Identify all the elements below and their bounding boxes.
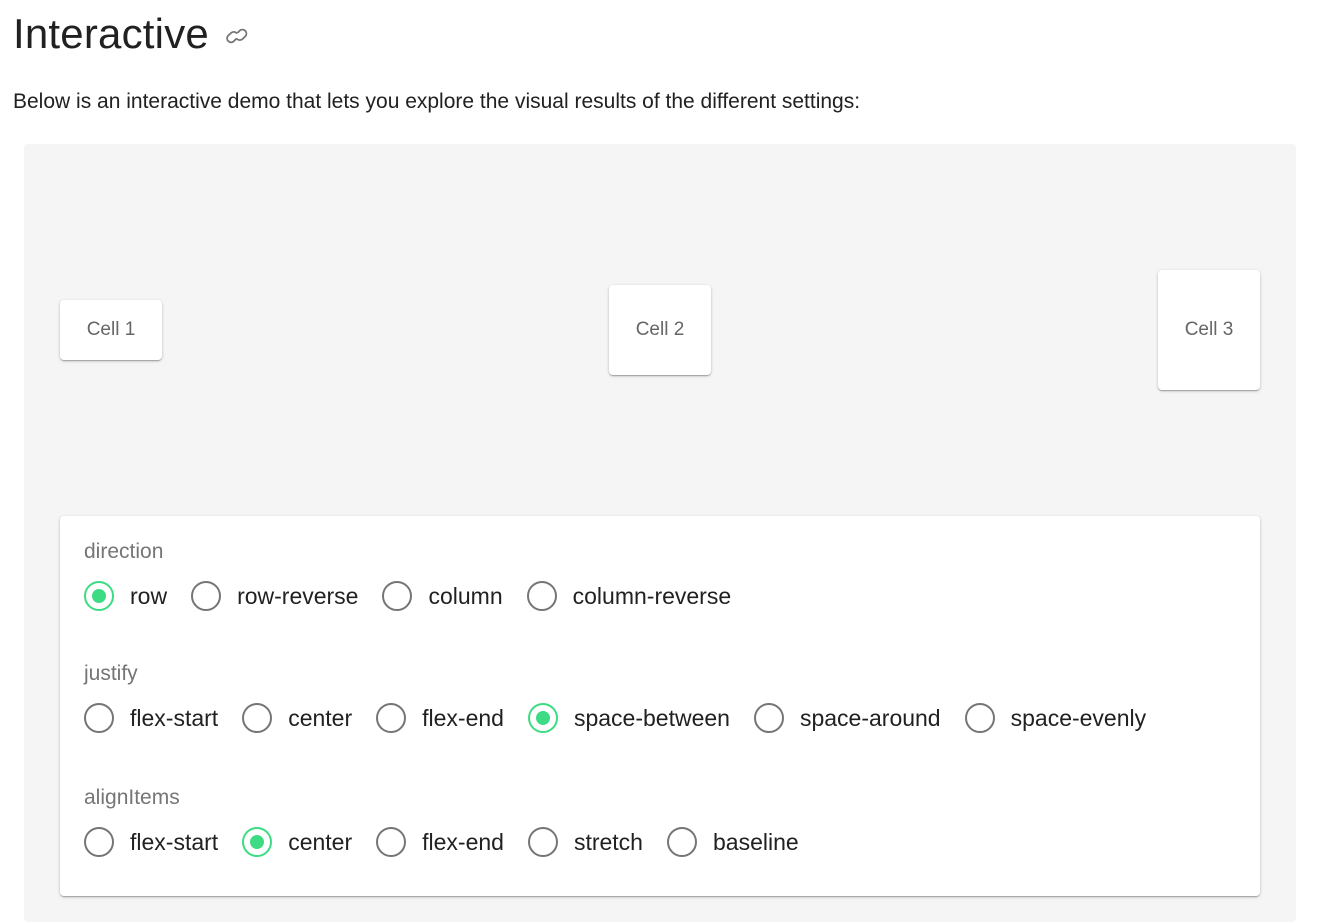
radio-icon [376,827,407,857]
radio-icon [527,703,558,733]
cell-3: Cell 3 [1158,270,1260,390]
align-items-group: alignItems flex-start center flex-end st… [84,786,823,862]
radio-icon [526,581,557,611]
align-items-label: alignItems [84,786,180,809]
cell-1: Cell 1 [60,300,162,360]
radio-icon [382,581,413,611]
radio-direction-column-reverse[interactable]: column-reverse [526,576,732,616]
controls-panel: direction row row-reverse column column-… [60,516,1260,896]
radio-direction-row[interactable]: row [84,576,167,616]
radio-label: flex-end [422,829,504,855]
radio-icon [376,703,407,733]
intro-text: Below is an interactive demo that lets y… [13,90,861,113]
radio-label: flex-end [422,705,504,731]
radio-label: column [428,583,503,609]
direction-group: direction row row-reverse column column-… [84,540,755,616]
radio-label: space-between [573,705,730,731]
radio-justify-space-around[interactable]: space-around [753,698,941,738]
link-icon[interactable] [223,20,255,52]
page-title: Interactive [13,10,209,57]
radio-justify-center[interactable]: center [242,698,352,738]
radio-icon [666,827,697,857]
page-title-row: Interactive [13,8,255,60]
radio-justify-space-evenly[interactable]: space-evenly [964,698,1147,738]
radio-label: space-evenly [1010,705,1147,731]
radio-direction-column[interactable]: column [382,576,503,616]
radio-align-flex-end[interactable]: flex-end [376,822,504,862]
justify-group: justify flex-start center flex-end space… [84,662,1170,738]
radio-label: row [130,583,168,609]
radio-label: center [288,705,353,731]
radio-label: space-around [799,705,941,731]
demo-area: Cell 1 Cell 2 Cell 3 direction row row-r… [24,144,1296,922]
radio-icon [191,581,222,611]
radio-label: baseline [712,829,799,855]
justify-radio-group: flex-start center flex-end space-between… [84,698,1170,738]
direction-radio-group: row row-reverse column column-reverse [84,576,755,616]
radio-label: flex-start [130,705,219,731]
radio-label: flex-start [130,829,219,855]
radio-justify-flex-end[interactable]: flex-end [376,698,504,738]
radio-icon [527,827,558,857]
radio-icon [753,703,784,733]
radio-direction-row-reverse[interactable]: row-reverse [191,576,358,616]
direction-label: direction [84,540,164,563]
justify-label: justify [84,662,138,685]
radio-align-flex-start[interactable]: flex-start [84,822,218,862]
radio-label: row-reverse [237,583,359,609]
radio-justify-flex-start[interactable]: flex-start [84,698,218,738]
align-items-radio-group: flex-start center flex-end stretch basel… [84,822,823,862]
radio-icon [84,827,114,857]
radio-icon [242,703,273,733]
radio-icon [964,703,995,733]
radio-icon [242,827,273,857]
radio-label: column-reverse [572,583,732,609]
flex-container-preview: Cell 1 Cell 2 Cell 3 [60,144,1260,516]
radio-align-center[interactable]: center [242,822,352,862]
cell-2: Cell 2 [609,285,711,375]
radio-icon [84,581,114,611]
radio-label: stretch [573,829,643,855]
radio-align-baseline[interactable]: baseline [666,822,799,862]
radio-justify-space-between[interactable]: space-between [527,698,730,738]
radio-align-stretch[interactable]: stretch [527,822,643,862]
radio-label: center [288,829,353,855]
radio-icon [84,703,114,733]
